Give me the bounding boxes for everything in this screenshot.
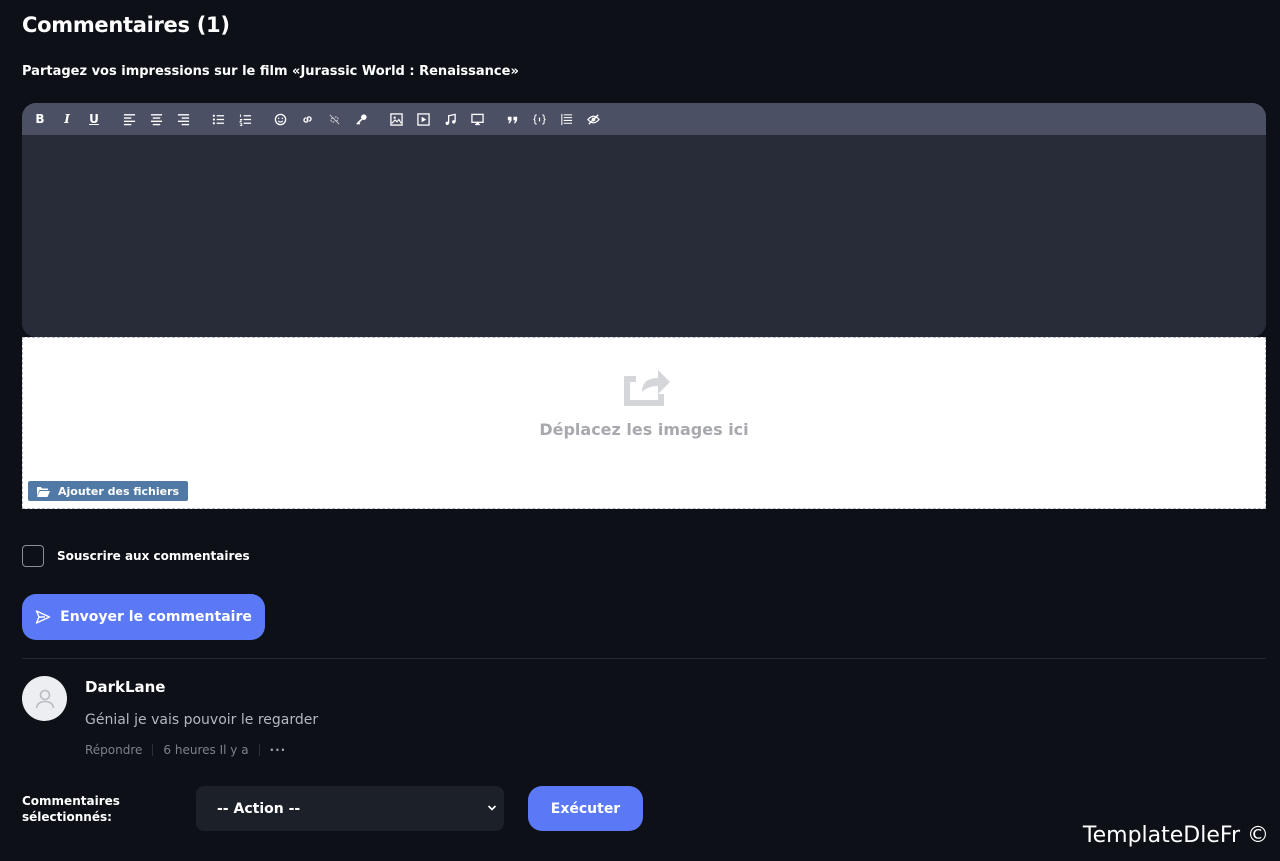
execute-button[interactable]: Exécuter bbox=[528, 786, 643, 831]
comment-author[interactable]: DarkLane bbox=[85, 678, 165, 696]
comment-text: Génial je vais pouvoir le regarder bbox=[85, 712, 319, 728]
folder-open-icon bbox=[37, 486, 50, 497]
user-icon bbox=[35, 689, 54, 708]
comment-editor: B I U bbox=[22, 103, 1266, 337]
code-icon[interactable] bbox=[529, 109, 549, 129]
subscribe-row: Souscrire aux commentaires bbox=[22, 545, 250, 567]
unlink-icon[interactable] bbox=[324, 109, 344, 129]
key-icon[interactable] bbox=[351, 109, 371, 129]
mass-action-label: Commentaires sélectionnés: bbox=[22, 794, 120, 824]
send-icon bbox=[35, 610, 51, 624]
align-left-icon[interactable] bbox=[119, 109, 139, 129]
bold-icon[interactable]: B bbox=[30, 109, 50, 129]
italic-icon[interactable]: I bbox=[57, 109, 77, 129]
hide-icon[interactable] bbox=[583, 109, 603, 129]
comment-time: 6 heures Il y a bbox=[163, 743, 249, 757]
avatar[interactable] bbox=[22, 676, 67, 721]
page-title: Commentaires (1) bbox=[22, 13, 230, 37]
media-embed-icon[interactable] bbox=[467, 109, 487, 129]
comment-textarea[interactable] bbox=[22, 135, 1266, 337]
action-select-value: -- Action -- bbox=[217, 800, 301, 817]
more-options-icon[interactable]: ··· bbox=[270, 743, 287, 757]
numbered-list-icon[interactable] bbox=[235, 109, 255, 129]
comment-meta: Répondre 6 heures Il y a ··· bbox=[85, 743, 286, 757]
meta-separator bbox=[258, 744, 260, 756]
spoiler-icon[interactable] bbox=[556, 109, 576, 129]
send-comment-label: Envoyer le commentaire bbox=[60, 609, 252, 625]
image-icon[interactable] bbox=[386, 109, 406, 129]
dropzone-text: Déplacez les images ici bbox=[539, 420, 749, 439]
watermark: TemplateDleFr © bbox=[1082, 823, 1269, 848]
quote-icon[interactable] bbox=[502, 109, 522, 129]
audio-icon[interactable] bbox=[440, 109, 460, 129]
align-right-icon[interactable] bbox=[173, 109, 193, 129]
subscribe-label[interactable]: Souscrire aux commentaires bbox=[57, 549, 250, 563]
action-select[interactable]: -- Action -- bbox=[196, 786, 504, 831]
align-center-icon[interactable] bbox=[146, 109, 166, 129]
send-comment-button[interactable]: Envoyer le commentaire bbox=[22, 594, 265, 640]
link-icon[interactable] bbox=[297, 109, 317, 129]
bullet-list-icon[interactable] bbox=[208, 109, 228, 129]
add-files-label: Ajouter des fichiers bbox=[58, 484, 180, 498]
subscribe-checkbox[interactable] bbox=[22, 545, 44, 567]
divider bbox=[22, 658, 1266, 659]
chevron-down-icon bbox=[487, 805, 497, 811]
image-dropzone[interactable]: Déplacez les images ici Ajouter des fich… bbox=[22, 337, 1266, 509]
emoji-icon[interactable] bbox=[270, 109, 290, 129]
video-icon[interactable] bbox=[413, 109, 433, 129]
reply-link[interactable]: Répondre bbox=[85, 743, 142, 757]
add-files-button[interactable]: Ajouter des fichiers bbox=[28, 481, 189, 501]
share-upload-icon bbox=[624, 370, 670, 406]
editor-toolbar: B I U bbox=[22, 103, 1266, 135]
page-subtitle: Partagez vos impressions sur le film «Ju… bbox=[22, 64, 519, 79]
underline-icon[interactable]: U bbox=[84, 109, 104, 129]
meta-separator bbox=[152, 744, 154, 756]
